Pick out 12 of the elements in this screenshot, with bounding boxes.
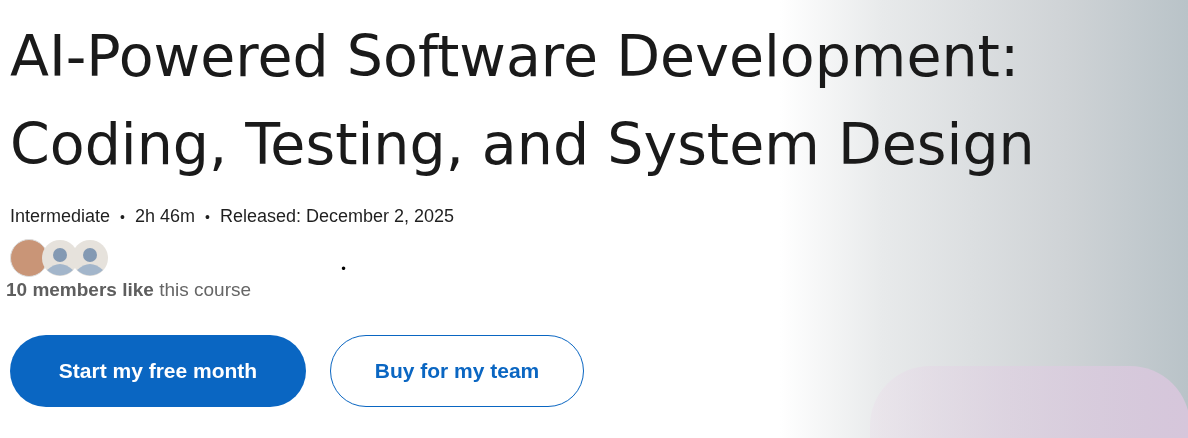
- course-title: Coding, Testing, and System Design: [10, 110, 1035, 179]
- avatar-silhouette-icon: [72, 240, 108, 276]
- dot-mark: •: [340, 262, 348, 276]
- course-meta: Intermediate: [10, 206, 111, 227]
- course-meta: 2h 46m: [134, 206, 195, 227]
- separator-dot: •: [120, 208, 125, 225]
- start-free-month-button[interactable]: Start my free month: [10, 335, 306, 407]
- course-title: AI-Powered Software Development:: [10, 22, 1020, 91]
- buy-for-team-button[interactable]: Buy for my team: [330, 335, 584, 407]
- likes-text: 10 members like this course: [6, 279, 253, 301]
- separator-dot: •: [205, 208, 210, 225]
- course-meta: Released: December 2, 2025: [219, 206, 455, 227]
